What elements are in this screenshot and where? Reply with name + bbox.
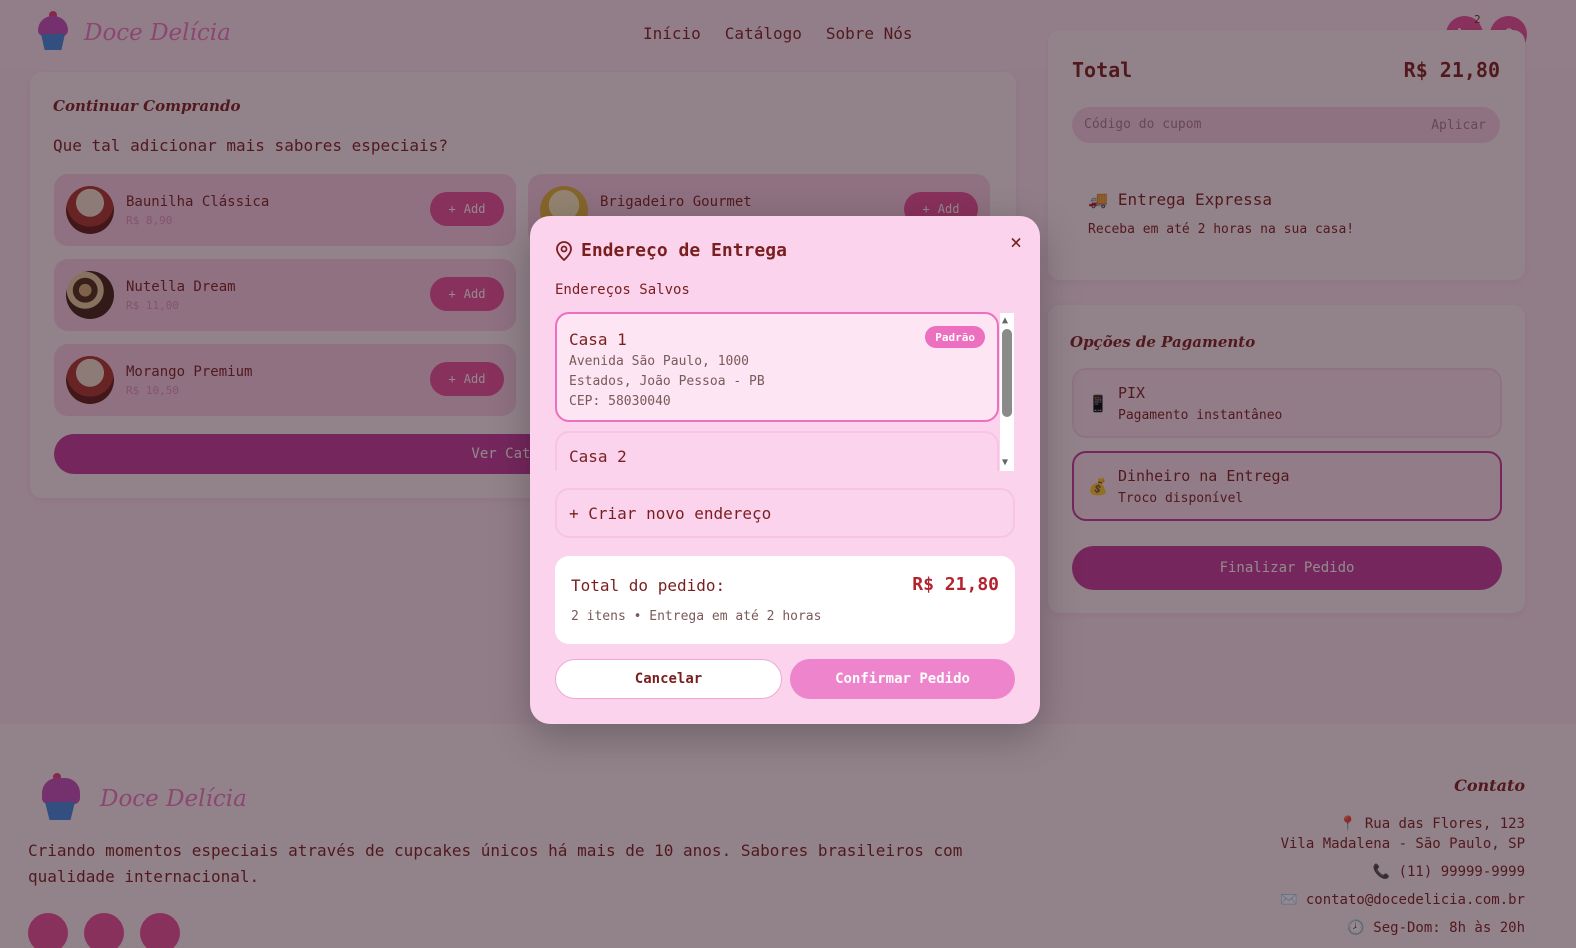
close-icon[interactable]: × <box>1010 230 1022 254</box>
order-total-details: 2 itens • Entrega em até 2 horas <box>571 609 822 624</box>
address-city: Estados, João Pessoa - PB <box>569 374 765 389</box>
create-address-button[interactable]: + Criar novo endereço <box>555 488 1015 538</box>
address-card-selected[interactable]: Casa 1 Padrão Avenida São Paulo, 1000 Es… <box>555 312 999 422</box>
address-name: Casa 1 <box>569 330 627 349</box>
order-total-value: R$ 21,80 <box>912 574 999 595</box>
modal-title: Endereço de Entrega <box>555 240 787 261</box>
address-street: Avenida São Paulo, 1000 <box>569 354 750 369</box>
saved-addresses-label: Endereços Salvos <box>555 282 690 298</box>
scroll-up-arrow-icon[interactable]: ▲ <box>1002 315 1008 326</box>
scrollbar-thumb[interactable] <box>1002 329 1012 417</box>
confirm-order-button[interactable]: Confirmar Pedido <box>790 659 1015 699</box>
location-pin-icon <box>556 240 572 261</box>
cancel-button[interactable]: Cancelar <box>555 659 782 699</box>
address-name: Casa 2 <box>569 447 627 466</box>
saved-address-list[interactable]: Casa 1 Padrão Avenida São Paulo, 1000 Es… <box>555 312 999 471</box>
delivery-address-modal: Endereço de Entrega × Endereços Salvos C… <box>530 216 1040 724</box>
order-total-label: Total do pedido: <box>571 576 726 595</box>
scroll-down-arrow-icon[interactable]: ▼ <box>1002 457 1008 468</box>
address-card[interactable]: Casa 2 <box>555 431 999 471</box>
default-badge: Padrão <box>925 326 985 348</box>
address-cep: CEP: 58030040 <box>569 394 671 409</box>
address-list-scrollbar[interactable]: ▲ ▼ <box>1000 313 1014 471</box>
order-total-box: Total do pedido: R$ 21,80 2 itens • Entr… <box>555 556 1015 644</box>
